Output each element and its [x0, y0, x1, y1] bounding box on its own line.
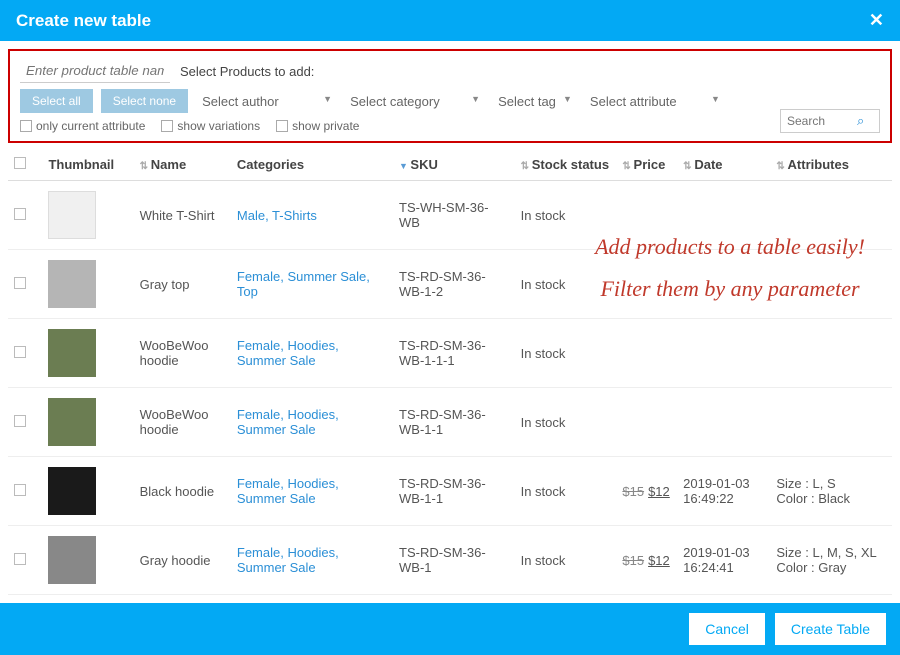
cell-stock: In stock [515, 250, 617, 319]
cell-sku: TS-RD-SM-36-WB-1-2 [393, 250, 515, 319]
col-price[interactable]: Price [616, 149, 677, 181]
cell-name: Gray top [134, 250, 231, 319]
cell-attributes [770, 250, 892, 319]
table-name-input[interactable] [20, 59, 170, 83]
cell-sku: TS-WH-SM-36-WB [393, 181, 515, 250]
table-row: White T-Shirt Male, T-Shirts TS-WH-SM-36-W… [8, 181, 892, 250]
cancel-button[interactable]: Cancel [689, 613, 765, 645]
only-current-attribute-checkbox[interactable]: only current attribute [20, 119, 145, 133]
select-all-rows-checkbox[interactable] [14, 157, 26, 169]
category-dropdown[interactable]: Select category [344, 90, 484, 113]
thumbnail-image [48, 260, 96, 308]
cell-categories[interactable]: Male, T-Shirts [237, 208, 317, 223]
table-row: WooBeWoo hoodieFemale, Hoodies, Summer S… [8, 319, 892, 388]
cell-stock: In stock [515, 457, 617, 526]
select-products-label: Select Products to add: [180, 64, 314, 79]
cell-price [616, 250, 677, 319]
row-checkbox[interactable] [14, 415, 26, 427]
thumbnail-image [48, 191, 96, 239]
col-sku[interactable]: SKU [393, 149, 515, 181]
cell-categories[interactable]: Female, Hoodies, Summer Sale [237, 476, 339, 506]
cell-categories[interactable]: Female, Hoodies, Summer Sale [237, 407, 339, 437]
cell-stock: In stock [515, 181, 617, 250]
col-categories[interactable]: Categories [231, 149, 393, 181]
row-checkbox[interactable] [14, 346, 26, 358]
cell-date: 2019-01-03 16:49:22 [677, 457, 770, 526]
col-name[interactable]: Name [134, 149, 231, 181]
close-icon[interactable]: ✕ [869, 10, 884, 31]
search-icon[interactable]: ⌕ [857, 113, 864, 129]
cell-attributes: Size : L, SColor : Black [770, 457, 892, 526]
cell-sku: TS-RD-SM-36-WB-1 [393, 526, 515, 595]
thumbnail-image [48, 536, 96, 584]
cell-price: $15$12 [616, 526, 677, 595]
cell-date: 2019-01-03 16:24:41 [677, 526, 770, 595]
cell-stock: In stock [515, 526, 617, 595]
modal-header: Create new table ✕ [0, 0, 900, 41]
products-table: Thumbnail Name Categories SKU Stock stat… [8, 149, 892, 595]
table-row: Gray hoodieFemale, Hoodies, Summer Sale T… [8, 526, 892, 595]
thumbnail-image [48, 467, 96, 515]
filter-panel: Select Products to add: Select all Selec… [8, 49, 892, 143]
col-thumbnail[interactable]: Thumbnail [42, 149, 133, 181]
cell-price [616, 388, 677, 457]
select-none-button[interactable]: Select none [101, 89, 188, 113]
attribute-dropdown[interactable]: Select attribute [584, 90, 724, 113]
select-all-button[interactable]: Select all [20, 89, 93, 113]
modal-body: Select Products to add: Select all Selec… [0, 41, 900, 603]
cell-stock: In stock [515, 319, 617, 388]
row-checkbox[interactable] [14, 277, 26, 289]
create-table-button[interactable]: Create Table [775, 613, 886, 645]
show-private-checkbox[interactable]: show private [276, 119, 359, 133]
row-checkbox[interactable] [14, 484, 26, 496]
cell-categories[interactable]: Female, Summer Sale, Top [237, 269, 370, 299]
col-stock[interactable]: Stock status [515, 149, 617, 181]
table-row: WooBeWoo hoodieFemale, Hoodies, Summer S… [8, 388, 892, 457]
cell-date [677, 250, 770, 319]
cell-name: WooBeWoo hoodie [134, 319, 231, 388]
cell-name: WooBeWoo hoodie [134, 388, 231, 457]
show-variations-checkbox[interactable]: show variations [161, 119, 260, 133]
cell-date [677, 319, 770, 388]
table-header-row: Thumbnail Name Categories SKU Stock stat… [8, 149, 892, 181]
cell-date [677, 181, 770, 250]
cell-name: Black hoodie [134, 457, 231, 526]
col-attributes[interactable]: Attributes [770, 149, 892, 181]
search-box[interactable]: ⌕ [780, 109, 880, 133]
thumbnail-image [48, 398, 96, 446]
modal-title: Create new table [16, 11, 151, 31]
cell-price [616, 319, 677, 388]
table-row: Gray topFemale, Summer Sale, Top TS-RD-SM… [8, 250, 892, 319]
row-checkbox[interactable] [14, 553, 26, 565]
thumbnail-image [48, 329, 96, 377]
cell-attributes [770, 181, 892, 250]
cell-sku: TS-RD-SM-36-WB-1-1 [393, 388, 515, 457]
cell-name: Gray hoodie [134, 526, 231, 595]
modal-footer: Cancel Create Table [0, 603, 900, 655]
col-date[interactable]: Date [677, 149, 770, 181]
cell-stock: In stock [515, 388, 617, 457]
cell-name: White T-Shirt [134, 181, 231, 250]
cell-price [616, 181, 677, 250]
cell-date [677, 388, 770, 457]
author-dropdown[interactable]: Select author [196, 90, 336, 113]
cell-sku: TS-RD-SM-36-WB-1-1 [393, 457, 515, 526]
cell-categories[interactable]: Female, Hoodies, Summer Sale [237, 338, 339, 368]
search-input[interactable] [787, 114, 857, 128]
cell-sku: TS-RD-SM-36-WB-1-1-1 [393, 319, 515, 388]
tag-dropdown[interactable]: Select tag [492, 90, 576, 113]
table-row: Black hoodieFemale, Hoodies, Summer Sale… [8, 457, 892, 526]
cell-attributes: Size : L, M, S, XLColor : Gray [770, 526, 892, 595]
cell-attributes [770, 388, 892, 457]
cell-categories[interactable]: Female, Hoodies, Summer Sale [237, 545, 339, 575]
cell-price: $15$12 [616, 457, 677, 526]
row-checkbox[interactable] [14, 208, 26, 220]
cell-attributes [770, 319, 892, 388]
